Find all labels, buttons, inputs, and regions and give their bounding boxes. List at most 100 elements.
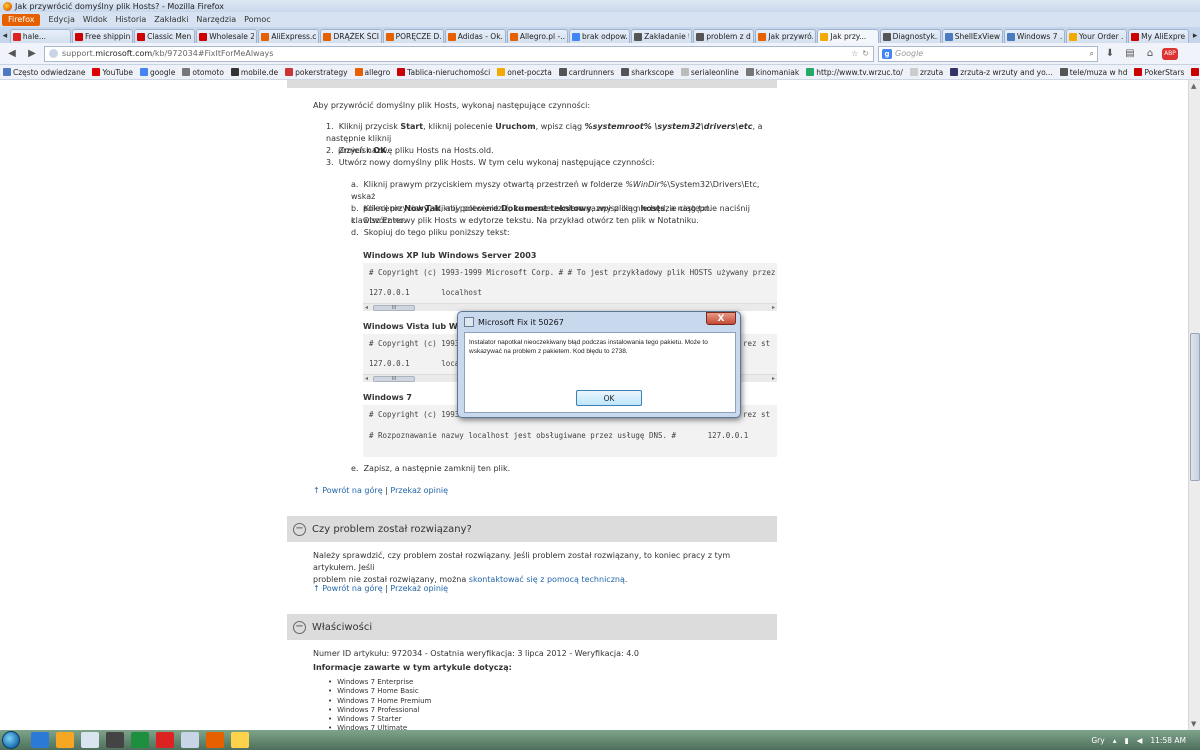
- bookmark-item[interactable]: mobile.de: [230, 68, 278, 77]
- bookmark-item[interactable]: otomoto: [182, 68, 224, 77]
- browser-tab[interactable]: DRĄŻEK ŚCI...: [320, 29, 382, 43]
- reload-icon[interactable]: ↻: [862, 49, 869, 58]
- tab-favicon-icon: [447, 32, 456, 41]
- browser-tab[interactable]: Windows 7 ...: [1003, 29, 1065, 43]
- taskbar-app-icon[interactable]: [31, 732, 49, 748]
- tab-scroll-right-icon[interactable]: ▸: [1190, 29, 1200, 43]
- bookmark-item[interactable]: serialeonline: [680, 68, 739, 77]
- bookmark-item[interactable]: google: [139, 68, 175, 77]
- collapse-icon[interactable]: −: [293, 620, 306, 634]
- network-icon[interactable]: ▮: [1124, 736, 1128, 745]
- browser-tab[interactable]: brak odpow...: [568, 29, 631, 43]
- browser-tab[interactable]: hale...: [9, 29, 71, 43]
- bookmark-item[interactable]: http://www.tv.wrzuc.to/: [806, 68, 903, 77]
- product-list: Windows 7 EnterpriseWindows 7 Home Basic…: [328, 678, 431, 730]
- scroll-left-icon[interactable]: ◂: [365, 375, 368, 382]
- menu-item-edit[interactable]: Edycja: [48, 15, 74, 24]
- scroll-right-icon[interactable]: ▸: [772, 304, 775, 311]
- bookmark-item[interactable]: PokerStars: [1134, 68, 1184, 77]
- scroll-down-icon[interactable]: ▼: [1191, 720, 1196, 728]
- section-header-solved[interactable]: − Czy problem został rozwiązany?: [287, 516, 777, 542]
- browser-tab[interactable]: ShellExView ...: [941, 29, 1003, 43]
- contact-support-link[interactable]: skontaktować się z pomocą techniczną: [469, 575, 625, 584]
- bookmark-item[interactable]: zrzuta: [909, 68, 943, 77]
- search-magnifier-icon[interactable]: ⌕: [1090, 49, 1094, 59]
- scroll-up-icon[interactable]: ▲: [1191, 82, 1196, 90]
- browser-tab[interactable]: problem z d...: [693, 29, 755, 43]
- menu-item-history[interactable]: Historia: [115, 15, 146, 24]
- bookmark-item[interactable]: onet-poczta: [497, 68, 552, 77]
- tab-label: Classic Men...: [147, 32, 192, 41]
- back-to-top-link[interactable]: ↑ Powrót na górę: [313, 584, 383, 593]
- browser-tab[interactable]: Diagnostyk...: [879, 29, 941, 43]
- forward-arrow-icon[interactable]: ▶: [24, 46, 40, 62]
- browser-tab[interactable]: Free shippin...: [71, 29, 134, 43]
- bookmark-item[interactable]: Tablica-nieruchomości: [397, 68, 490, 77]
- tray-arrow-icon[interactable]: ▴: [1113, 736, 1117, 745]
- menu-item-tools[interactable]: Narzędzia: [196, 15, 236, 24]
- bookmark-item[interactable]: kinomaniak: [745, 68, 799, 77]
- bookmark-star-icon[interactable]: ☆: [851, 49, 858, 58]
- search-box[interactable]: g Google ⌕: [878, 45, 1098, 62]
- bookmark-item[interactable]: Często odwiedzane: [3, 68, 85, 77]
- browser-tab[interactable]: Adidas - Ok...: [444, 29, 506, 43]
- bookmark-item[interactable]: zrzuta-z wrzuty and yo...: [950, 68, 1053, 77]
- volume-icon[interactable]: ◀: [1137, 736, 1143, 745]
- taskbar-app-icon[interactable]: [181, 732, 199, 748]
- taskbar-app-icon[interactable]: [106, 732, 124, 748]
- scroll-thumb[interactable]: III: [373, 376, 415, 382]
- bookmark-item[interactable]: pokerstrategy: [285, 68, 348, 77]
- bookmark-item[interactable]: cardrunners: [558, 68, 614, 77]
- browser-tab[interactable]: Wholesale 2...: [196, 29, 258, 43]
- browser-tab[interactable]: AliExpress.c...: [258, 29, 320, 43]
- addon-icon[interactable]: ABP: [1162, 47, 1178, 60]
- browser-tab[interactable]: Classic Men...: [134, 29, 196, 43]
- browser-tab[interactable]: Your Order ...: [1065, 29, 1128, 43]
- page-scrollbar[interactable]: ▲ ▼: [1188, 80, 1200, 730]
- section-header-properties[interactable]: − Właściwości: [287, 614, 777, 640]
- back-to-top-link[interactable]: ↑ Powrót na górę: [313, 486, 383, 495]
- search-placeholder: Google: [895, 49, 924, 58]
- home-icon[interactable]: ⌂: [1142, 46, 1158, 62]
- dialog-ok-button[interactable]: OK: [576, 390, 642, 406]
- section-header-collapsed[interactable]: [287, 80, 777, 88]
- firefox-menu-button[interactable]: Firefox: [2, 13, 41, 26]
- taskbar-app-icon[interactable]: [56, 732, 74, 748]
- menu-item-view[interactable]: Widok: [83, 15, 108, 24]
- taskbar-app-icon[interactable]: [131, 732, 149, 748]
- scroll-thumb[interactable]: III: [373, 305, 415, 311]
- menu-item-bookmarks[interactable]: Zakładki: [154, 15, 188, 24]
- bookmark-item[interactable]: tele/muza w hd: [1059, 68, 1127, 77]
- bookmark-item[interactable]: PokerTexas: [1191, 68, 1200, 77]
- downloads-icon[interactable]: ⬇: [1102, 46, 1118, 62]
- dialog-close-button[interactable]: X: [706, 312, 736, 325]
- bookmark-item[interactable]: sharkscope: [621, 68, 674, 77]
- xp-code-scrollbar[interactable]: ◂ III ▸: [363, 303, 777, 311]
- bookmarks-menu-icon[interactable]: ▤: [1122, 46, 1138, 62]
- browser-tab[interactable]: My AliExpre...: [1128, 29, 1190, 43]
- feedback-link[interactable]: Przekaż opinię: [390, 584, 448, 593]
- page-scroll-thumb[interactable]: [1190, 333, 1200, 481]
- scroll-right-icon[interactable]: ▸: [772, 375, 775, 382]
- browser-tab[interactable]: Zakładanie t...: [631, 29, 693, 43]
- scroll-left-icon[interactable]: ◂: [365, 304, 368, 311]
- menu-item-help[interactable]: Pomoc: [244, 15, 271, 24]
- tab-scroll-left-icon[interactable]: ◂: [0, 29, 10, 43]
- clock[interactable]: 11:58 AM: [1150, 736, 1186, 745]
- taskbar-app-icon[interactable]: [156, 732, 174, 748]
- start-button[interactable]: [2, 731, 20, 749]
- feedback-link[interactable]: Przekaż opinię: [390, 486, 448, 495]
- taskbar-app-icon[interactable]: [231, 732, 249, 748]
- browser-tab[interactable]: PORĘCZE D...: [382, 29, 444, 43]
- browser-tab[interactable]: Jak przywró...: [755, 29, 817, 43]
- bookmark-item[interactable]: allegro: [354, 68, 390, 77]
- url-bar[interactable]: support.microsoft.com/kb/972034#FixItFor…: [44, 45, 874, 62]
- language-indicator[interactable]: Gry: [1091, 736, 1104, 745]
- taskbar-app-icon[interactable]: [81, 732, 99, 748]
- taskbar-app-icon[interactable]: [206, 732, 224, 748]
- back-arrow-icon[interactable]: ◀: [4, 46, 20, 62]
- browser-tab[interactable]: Allegro.pl -...: [506, 29, 568, 43]
- collapse-icon[interactable]: −: [293, 522, 306, 536]
- bookmark-item[interactable]: YouTube: [92, 68, 133, 77]
- browser-tab[interactable]: Jak przy...: [817, 29, 879, 43]
